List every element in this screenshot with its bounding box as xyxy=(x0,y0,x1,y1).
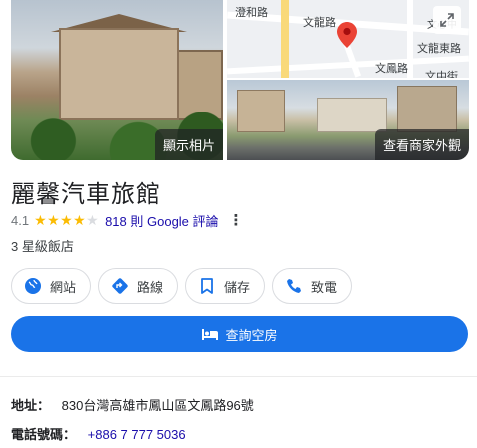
save-button[interactable]: 儲存 xyxy=(185,268,266,304)
rating-row: 4.1 ★ ★ ★ ★ ★ 818 則 Google 評論 ⋮ xyxy=(11,211,248,229)
check-availability-button[interactable]: 查詢空房 xyxy=(11,316,468,352)
street-view-photo[interactable]: 查看商家外觀 xyxy=(227,80,469,160)
check-availability-label: 查詢空房 xyxy=(225,327,278,343)
reviews-link[interactable]: 818 則 Google 評論 xyxy=(105,211,218,230)
photo-building xyxy=(59,28,179,120)
map-label: 文龍東路 xyxy=(417,43,461,55)
bed-icon xyxy=(201,325,219,343)
bookmark-icon xyxy=(198,277,216,295)
view-exterior-button[interactable]: 查看商家外觀 xyxy=(374,129,469,160)
globe-icon xyxy=(24,277,42,295)
star-filled-icon: ★ xyxy=(60,211,73,228)
map-thumbnail[interactable]: 澄和路 文龍路 文龍東路 文鳳路 文中街 文心中 xyxy=(227,0,469,78)
expand-map-button[interactable] xyxy=(433,6,461,34)
place-title: 麗馨汽車旅館 xyxy=(11,181,161,208)
more-options-icon[interactable]: ⋮ xyxy=(225,211,248,229)
phone-row: 電話號碼： +886 7 777 5036 xyxy=(11,424,186,443)
map-pin-icon xyxy=(337,22,357,48)
star-filled-icon: ★ xyxy=(73,211,86,228)
map-main-road xyxy=(281,0,289,78)
street-building xyxy=(397,86,457,132)
directions-label: 路線 xyxy=(137,279,164,295)
action-chips: 網站 路線 儲存 致電 xyxy=(11,268,353,304)
map-label: 澄和路 xyxy=(235,7,268,19)
street-building xyxy=(317,98,387,132)
phone-label: 電話號碼： xyxy=(11,427,77,442)
phone-icon xyxy=(285,277,303,295)
address-label: 地址： xyxy=(11,398,51,413)
directions-icon xyxy=(111,277,129,295)
expand-icon xyxy=(440,13,454,27)
star-filled-icon: ★ xyxy=(47,211,60,228)
map-label: 文龍路 xyxy=(303,17,336,29)
star-filled-icon: ★ xyxy=(34,211,47,228)
rating-value: 4.1 xyxy=(11,212,30,228)
website-button[interactable]: 網站 xyxy=(11,268,92,304)
phone-value[interactable]: +886 7 777 5036 xyxy=(88,427,186,442)
photo-gallery: 顯示相片 澄和路 文龍路 文龍東路 文鳳路 文中街 文心中 查看商家外觀 xyxy=(11,0,469,160)
call-button[interactable]: 致電 xyxy=(272,268,353,304)
main-photo[interactable]: 顯示相片 xyxy=(11,0,223,160)
directions-button[interactable]: 路線 xyxy=(98,268,179,304)
star-rating: ★ ★ ★ ★ ★ xyxy=(34,211,99,228)
address-row: 地址： 830台灣高雄市鳳山區文鳳路96號 xyxy=(11,395,254,414)
save-label: 儲存 xyxy=(224,279,251,295)
website-label: 網站 xyxy=(50,279,77,295)
call-label: 致電 xyxy=(311,279,338,295)
map-label: 文鳳路 xyxy=(375,63,408,75)
divider xyxy=(0,376,477,377)
address-value[interactable]: 830台灣高雄市鳳山區文鳳路96號 xyxy=(62,398,254,413)
view-photos-button[interactable]: 顯示相片 xyxy=(154,129,223,160)
map-label: 文中街 xyxy=(425,71,458,78)
hotel-class: 3 星級飯店 xyxy=(11,239,74,254)
street-building xyxy=(237,90,285,132)
star-empty-icon: ★ xyxy=(86,211,99,228)
